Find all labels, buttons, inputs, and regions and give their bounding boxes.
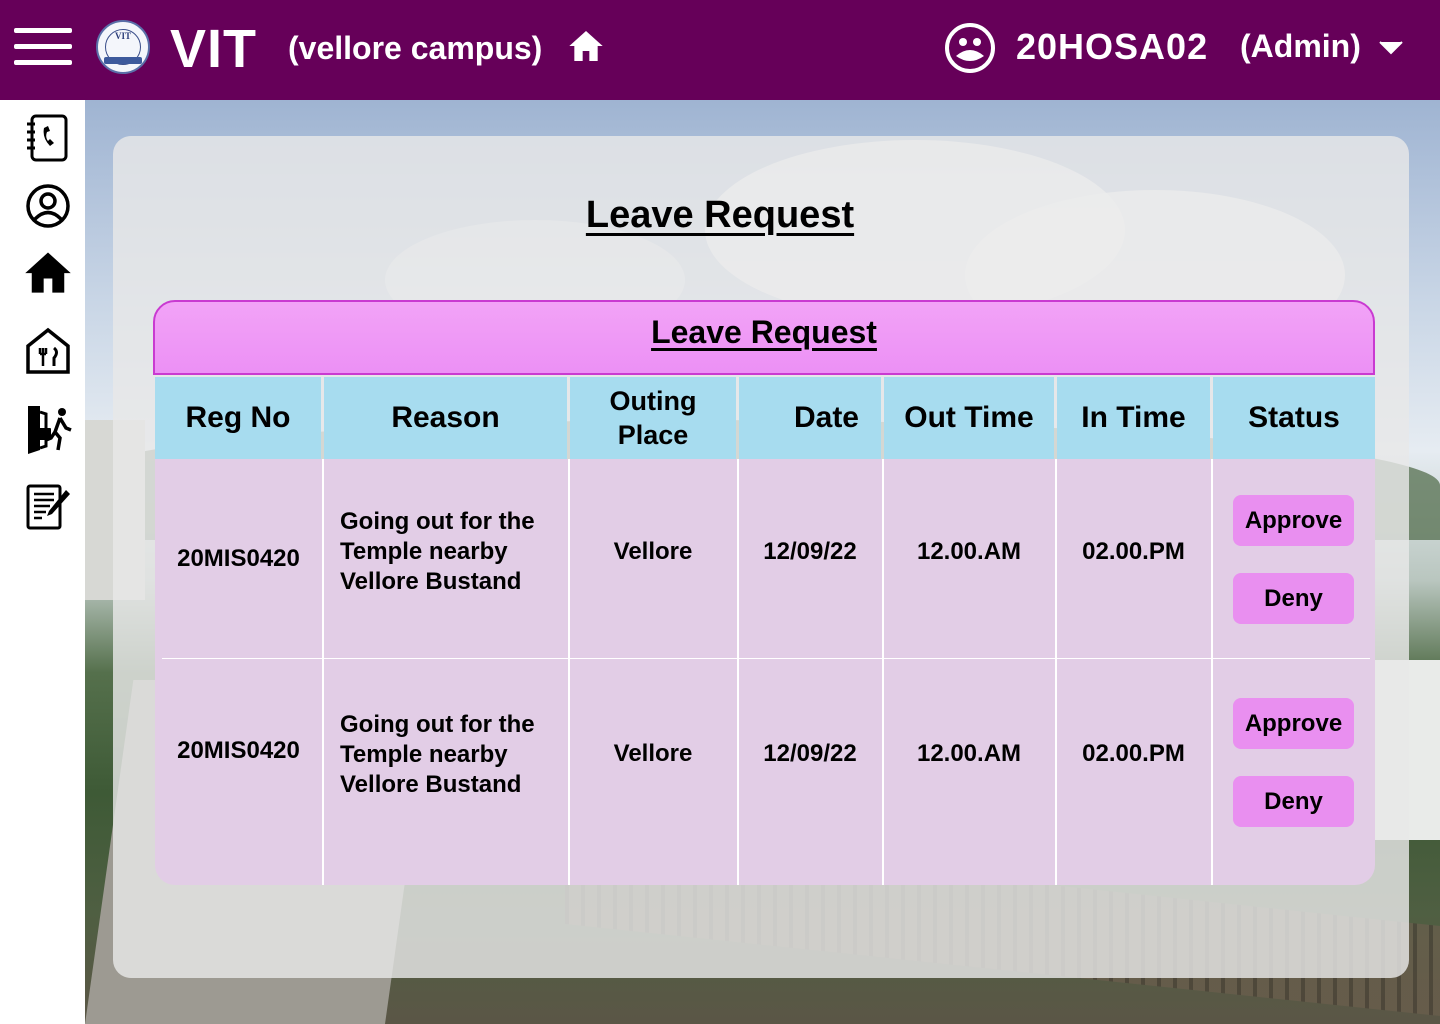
reg-no-cell: 20MIS0420 xyxy=(177,737,300,764)
mess-icon[interactable] xyxy=(22,324,74,376)
column-header-date: Date xyxy=(739,377,881,459)
sidebar xyxy=(0,100,85,1024)
brand-title: VIT xyxy=(170,19,258,79)
vit-logo: VIT xyxy=(96,20,150,74)
in-time-cell: 02.00.PM xyxy=(1082,537,1185,565)
user-id: 20HOSA02 xyxy=(1016,26,1209,67)
date-cell: 12/09/22 xyxy=(763,740,857,767)
leave-exit-icon[interactable] xyxy=(22,402,74,454)
top-bar: VIT VIT (vellore campus) 20HOSA02 (Admin… xyxy=(0,0,1440,100)
out-time-cell: 12.00.AM xyxy=(916,740,1022,767)
page-title: Leave Request xyxy=(585,194,855,236)
column-header-outing-place: Outing Place xyxy=(570,377,736,459)
place-cell: Vellore xyxy=(613,537,693,565)
approve-button[interactable]: Approve xyxy=(1233,698,1354,749)
in-time-cell: 02.00.PM xyxy=(1082,740,1185,767)
contacts-book-icon[interactable] xyxy=(22,112,74,164)
user-role: (Admin) xyxy=(1240,28,1361,64)
form-edit-icon[interactable] xyxy=(22,480,74,532)
place-cell: Vellore xyxy=(613,740,693,767)
column-header-in-time: In Time xyxy=(1057,377,1210,459)
column-header-status: Status xyxy=(1213,377,1375,459)
hamburger-menu-icon[interactable] xyxy=(14,28,72,66)
campus-label: (vellore campus) xyxy=(288,30,543,66)
out-time-cell: 12.00.AM xyxy=(916,537,1022,565)
reason-cell: Going out for the Temple nearby Vellore … xyxy=(340,507,535,595)
date-cell: 12/09/22 xyxy=(763,537,857,565)
reg-no-cell: 20MIS0420 xyxy=(177,544,300,572)
column-header-out-time: Out Time xyxy=(884,377,1054,459)
deny-button[interactable]: Deny xyxy=(1233,776,1354,827)
column-header-reg-no: Reg No xyxy=(155,377,321,459)
column-header-reason: Reason xyxy=(324,377,567,459)
table-caption: Leave Request xyxy=(153,300,1375,375)
reason-cell: Going out for the Temple nearby Vellore … xyxy=(340,711,535,798)
home-icon[interactable] xyxy=(566,26,606,66)
chevron-down-icon[interactable] xyxy=(1376,36,1406,58)
home-icon[interactable] xyxy=(22,246,74,298)
user-avatar-icon[interactable] xyxy=(944,22,996,74)
deny-button[interactable]: Deny xyxy=(1233,573,1354,624)
approve-button[interactable]: Approve xyxy=(1233,495,1354,546)
